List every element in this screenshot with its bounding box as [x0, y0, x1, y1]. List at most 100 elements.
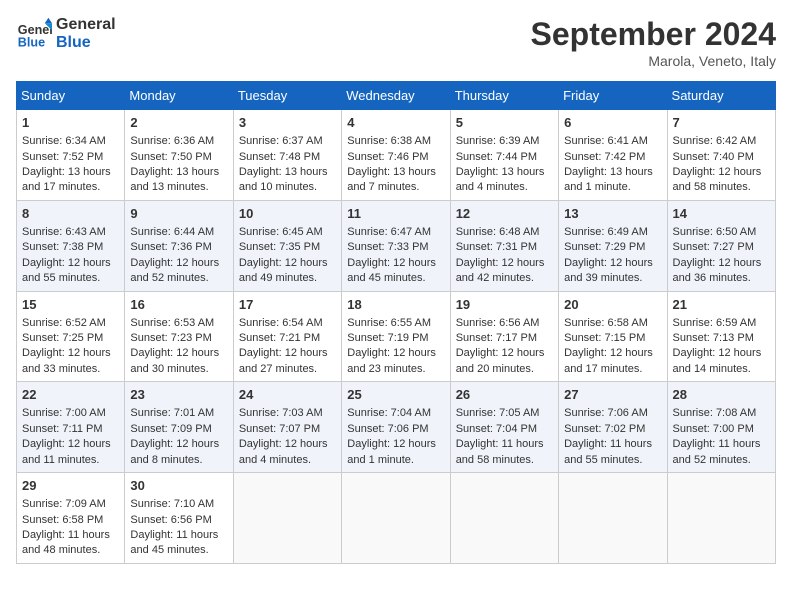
- calendar-cell: [342, 473, 450, 564]
- calendar-cell: 6Sunrise: 6:41 AMSunset: 7:42 PMDaylight…: [559, 110, 667, 201]
- location-subtitle: Marola, Veneto, Italy: [531, 53, 776, 69]
- sunrise-text: Sunrise: 7:00 AM: [22, 407, 106, 419]
- day-number: 22: [22, 386, 119, 404]
- sunset-text: Sunset: 7:15 PM: [564, 332, 645, 344]
- sunrise-text: Sunrise: 7:01 AM: [130, 407, 214, 419]
- sunrise-text: Sunrise: 6:41 AM: [564, 135, 648, 147]
- day-number: 18: [347, 296, 444, 314]
- sunrise-text: Sunrise: 7:10 AM: [130, 498, 214, 510]
- day-number: 14: [673, 205, 770, 223]
- day-number: 17: [239, 296, 336, 314]
- sunset-text: Sunset: 7:48 PM: [239, 151, 320, 163]
- sunrise-text: Sunrise: 6:49 AM: [564, 226, 648, 238]
- daylight-text: Daylight: 12 hours and 1 minute.: [347, 438, 436, 465]
- calendar-cell: 12Sunrise: 6:48 AMSunset: 7:31 PMDayligh…: [450, 200, 558, 291]
- sunset-text: Sunset: 7:46 PM: [347, 151, 428, 163]
- calendar-cell: 19 Sunrise: 6:56 AM Sunset: 7:17 PM Dayligh…: [450, 291, 558, 382]
- daylight-text: Daylight: 12 hours and 4 minutes.: [239, 438, 328, 465]
- day-number: 30: [130, 477, 227, 495]
- sunrise-text: Sunrise: 6:54 AM: [239, 317, 323, 329]
- sunset-text: Sunset: 7:40 PM: [673, 151, 754, 163]
- daylight-text: Daylight: 12 hours and 58 minutes.: [673, 166, 762, 193]
- daylight-text: Daylight: 13 hours and 7 minutes.: [347, 166, 436, 193]
- sunset-text: Sunset: 7:21 PM: [239, 332, 320, 344]
- daylight-text: Daylight: 11 hours and 48 minutes.: [22, 529, 110, 556]
- daylight-text: Daylight: 12 hours and 36 minutes.: [673, 257, 762, 284]
- weekday-header-thursday: Thursday: [450, 82, 558, 110]
- day-number: 28: [673, 386, 770, 404]
- sunrise-text: Sunrise: 6:44 AM: [130, 226, 214, 238]
- svg-text:Blue: Blue: [18, 36, 45, 50]
- weekday-header-wednesday: Wednesday: [342, 82, 450, 110]
- calendar-cell: 4Sunrise: 6:38 AMSunset: 7:46 PMDaylight…: [342, 110, 450, 201]
- calendar-cell: 15Sunrise: 6:52 AMSunset: 7:25 PMDayligh…: [17, 291, 125, 382]
- calendar-cell: 24Sunrise: 7:03 AMSunset: 7:07 PMDayligh…: [233, 382, 341, 473]
- daylight-text: Daylight: 11 hours and 55 minutes.: [564, 438, 652, 465]
- calendar-cell: 9Sunrise: 6:44 AMSunset: 7:36 PMDaylight…: [125, 200, 233, 291]
- sunrise-text: Sunrise: 6:48 AM: [456, 226, 540, 238]
- daylight-text: Daylight: 13 hours and 4 minutes.: [456, 166, 545, 193]
- daylight-text: Daylight: 13 hours and 13 minutes.: [130, 166, 219, 193]
- calendar-cell: 28Sunrise: 7:08 AMSunset: 7:00 PMDayligh…: [667, 382, 775, 473]
- daylight-text: Daylight: 12 hours and 45 minutes.: [347, 257, 436, 284]
- day-number: 11: [347, 205, 444, 223]
- sunrise-text: Sunrise: 7:06 AM: [564, 407, 648, 419]
- daylight-text: Daylight: 12 hours and 14 minutes.: [673, 347, 762, 374]
- daylight-text: Daylight: 11 hours and 45 minutes.: [130, 529, 218, 556]
- page-header: General Blue General Blue September 2024…: [16, 16, 776, 69]
- daylight-text: Daylight: 12 hours and 23 minutes.: [347, 347, 436, 374]
- day-number: 15: [22, 296, 119, 314]
- day-number: 8: [22, 205, 119, 223]
- calendar-cell: 23Sunrise: 7:01 AMSunset: 7:09 PMDayligh…: [125, 382, 233, 473]
- sunset-text: Sunset: 7:38 PM: [22, 241, 103, 253]
- weekday-header-tuesday: Tuesday: [233, 82, 341, 110]
- day-number: 12: [456, 205, 553, 223]
- daylight-text: Daylight: 12 hours and 55 minutes.: [22, 257, 111, 284]
- daylight-text: Daylight: 13 hours and 17 minutes.: [22, 166, 111, 193]
- sunset-text: Sunset: 7:17 PM: [456, 332, 537, 344]
- sunrise-text: Sunrise: 6:42 AM: [673, 135, 757, 147]
- daylight-text: Daylight: 12 hours and 20 minutes.: [456, 347, 545, 374]
- daylight-text: Daylight: 12 hours and 33 minutes.: [22, 347, 111, 374]
- sunset-text: Sunset: 7:09 PM: [130, 423, 211, 435]
- day-number: 4: [347, 114, 444, 132]
- weekday-header-friday: Friday: [559, 82, 667, 110]
- sunset-text: Sunset: 6:56 PM: [130, 514, 211, 526]
- sunset-text: Sunset: 7:11 PM: [22, 423, 103, 435]
- calendar-cell: 1 Sunrise: 6:34 AM Sunset: 7:52 PM Daylight…: [17, 110, 125, 201]
- day-number: 1: [22, 114, 119, 132]
- daylight-text: Daylight: 13 hours and 10 minutes.: [239, 166, 328, 193]
- sunrise-text: Sunrise: 6:52 AM: [22, 317, 106, 329]
- calendar-cell: 13Sunrise: 6:49 AMSunset: 7:29 PMDayligh…: [559, 200, 667, 291]
- month-title: September 2024: [531, 16, 776, 53]
- daylight-text: Daylight: 13 hours and 1 minute.: [564, 166, 653, 193]
- calendar-cell: 16Sunrise: 6:53 AMSunset: 7:23 PMDayligh…: [125, 291, 233, 382]
- sunset-text: Sunset: 7:50 PM: [130, 151, 211, 163]
- daylight-text: Daylight: 12 hours and 8 minutes.: [130, 438, 219, 465]
- sunset-text: Sunset: 7:19 PM: [347, 332, 428, 344]
- sunset-text: Sunset: 7:42 PM: [564, 151, 645, 163]
- sunset-text: Sunset: 7:52 PM: [22, 151, 103, 163]
- sunrise-text: Sunrise: 6:34 AM: [22, 135, 106, 147]
- sunrise-text: Sunrise: 6:50 AM: [673, 226, 757, 238]
- sunrise-text: Sunrise: 6:59 AM: [673, 317, 757, 329]
- daylight-text: Daylight: 12 hours and 39 minutes.: [564, 257, 653, 284]
- logo-text-general: General: [56, 16, 116, 34]
- weekday-header-row: SundayMondayTuesdayWednesdayThursdayFrid…: [17, 82, 776, 110]
- sunrise-text: Sunrise: 6:53 AM: [130, 317, 214, 329]
- sunset-text: Sunset: 7:07 PM: [239, 423, 320, 435]
- weekday-header-saturday: Saturday: [667, 82, 775, 110]
- sunrise-text: Sunrise: 6:56 AM: [456, 317, 540, 329]
- sunset-text: Sunset: 7:06 PM: [347, 423, 428, 435]
- sunrise-text: Sunrise: 7:03 AM: [239, 407, 323, 419]
- sunset-text: Sunset: 7:00 PM: [673, 423, 754, 435]
- calendar-cell: 26Sunrise: 7:05 AMSunset: 7:04 PMDayligh…: [450, 382, 558, 473]
- sunset-text: Sunset: 7:33 PM: [347, 241, 428, 253]
- day-number: 3: [239, 114, 336, 132]
- day-number: 19: [456, 296, 553, 314]
- calendar-cell: 29Sunrise: 7:09 AMSunset: 6:58 PMDayligh…: [17, 473, 125, 564]
- logo-icon: General Blue: [16, 16, 52, 52]
- calendar-cell: 27Sunrise: 7:06 AMSunset: 7:02 PMDayligh…: [559, 382, 667, 473]
- calendar-cell: 17Sunrise: 6:54 AMSunset: 7:21 PMDayligh…: [233, 291, 341, 382]
- sunrise-text: Sunrise: 6:58 AM: [564, 317, 648, 329]
